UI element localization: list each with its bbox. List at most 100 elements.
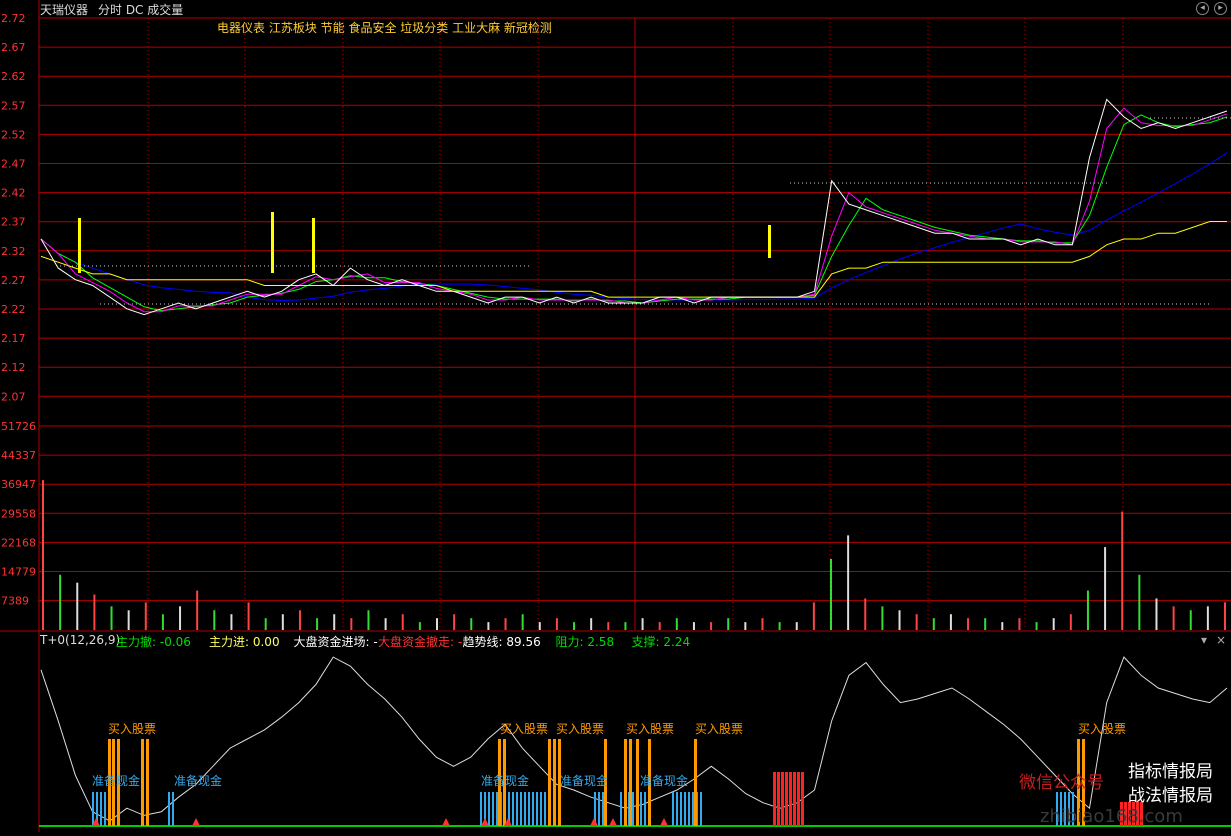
big-fund-bar bbox=[777, 772, 780, 826]
price-tick-label: 2.37 bbox=[1, 216, 26, 229]
buy-signal-bar bbox=[548, 739, 551, 826]
prepare-cash-bar bbox=[544, 792, 546, 826]
prepare-cash-bar bbox=[700, 792, 702, 826]
price-tick-label: 2.22 bbox=[1, 303, 26, 316]
buy-signal-bar bbox=[624, 739, 627, 826]
price-tick-label: 2.42 bbox=[1, 187, 26, 200]
indicator-item: 主力进: 0.00 bbox=[209, 635, 280, 649]
concept-list: 电器仪表 江苏板块 节能 食品安全 垃圾分类 工业大麻 新冠检测 bbox=[217, 21, 552, 35]
watermark-wechat: 微信公众号 bbox=[1019, 773, 1104, 793]
price-tick-label: 2.27 bbox=[1, 274, 26, 287]
prepare-cash-bar bbox=[620, 792, 622, 826]
left-arrow-icon[interactable]: ◂ bbox=[1196, 2, 1209, 15]
prepare-cash-bar bbox=[540, 792, 542, 826]
prepare-cash-bar bbox=[632, 792, 634, 826]
big-fund-bar bbox=[781, 772, 784, 826]
dropdown-icon[interactable]: ▾ bbox=[1201, 633, 1207, 647]
price-tick-label: 2.52 bbox=[1, 128, 26, 141]
up-arrow-icon bbox=[442, 818, 450, 826]
ma-blue-line bbox=[40, 152, 1228, 302]
big-fund-bar bbox=[793, 772, 796, 826]
buy-signal-bar bbox=[636, 739, 639, 826]
price-tick-label: 2.32 bbox=[1, 245, 26, 258]
prepare-cash-bar bbox=[104, 792, 106, 826]
prepare-cash-bar bbox=[528, 792, 530, 826]
prepare-cash-bar bbox=[100, 792, 102, 826]
up-arrow-icon bbox=[609, 818, 617, 826]
prepare-cash-bar bbox=[524, 792, 526, 826]
indicator-params[interactable]: T+0(12,26,9) bbox=[40, 633, 120, 647]
prepare-cash-bar bbox=[602, 792, 604, 826]
prepare-cash-bar bbox=[516, 792, 518, 826]
price-tick-label: 2.57 bbox=[1, 99, 26, 112]
prepare-cash-bar bbox=[496, 792, 498, 826]
buy-signal-bar bbox=[629, 739, 632, 826]
prepare-cash-label: 准备现金 bbox=[560, 773, 608, 788]
chart-svg: 2.72 2.67 2.62 2.57 2.52 2.47 2.42 2.37 2.32 2.27… bbox=[0, 0, 1231, 832]
chart-mode[interactable]: 分时 DC 成交量 bbox=[98, 1, 183, 18]
buy-signal-bar bbox=[146, 739, 149, 826]
prepare-cash-label: 准备现金 bbox=[640, 773, 688, 788]
up-arrow-icon bbox=[590, 818, 598, 826]
indicator-item: 阻力: 2.58 bbox=[555, 635, 615, 649]
prepare-cash-bar bbox=[520, 792, 522, 826]
prepare-cash-bar bbox=[480, 792, 482, 826]
buy-signal-label: 买入股票 bbox=[108, 722, 156, 736]
close-icon[interactable]: × bbox=[1216, 633, 1226, 647]
stock-name: 天瑞仪器 bbox=[40, 3, 89, 17]
prepare-cash-bar bbox=[492, 792, 494, 826]
avg-price-line bbox=[40, 221, 1227, 298]
volume-tick-label: 7389 bbox=[1, 595, 29, 608]
price-line bbox=[40, 98, 1228, 316]
prepare-cash-bar bbox=[692, 792, 694, 826]
prepare-cash-bar bbox=[172, 792, 174, 826]
indicator-item: 大盘资金撤走: - bbox=[378, 635, 463, 649]
big-fund-bar bbox=[797, 772, 800, 826]
ma-magenta-line bbox=[40, 107, 1228, 313]
buy-signal-bar bbox=[694, 739, 697, 826]
prepare-cash-bar bbox=[640, 792, 642, 826]
buy-signal-bar bbox=[141, 739, 144, 826]
prepare-cash-bar bbox=[684, 792, 686, 826]
prepare-cash-bar bbox=[536, 792, 538, 826]
big-fund-bar bbox=[785, 772, 788, 826]
buy-signal-bar bbox=[553, 739, 556, 826]
prepare-cash-bar bbox=[532, 792, 534, 826]
volume-tick-label: 14779 bbox=[1, 566, 36, 579]
buy-signal-label: 买入股票 bbox=[556, 722, 604, 736]
volume-tick-label: 36947 bbox=[1, 478, 36, 491]
ma-green-line bbox=[40, 114, 1228, 312]
buy-signal-label: 买入股票 bbox=[626, 722, 674, 736]
big-fund-bar bbox=[773, 772, 776, 826]
watermark-line2: 战法情报局 bbox=[1128, 786, 1213, 806]
price-marker-bar bbox=[78, 218, 81, 273]
prepare-cash-bar bbox=[644, 792, 646, 826]
right-arrow-icon[interactable]: ▸ bbox=[1214, 2, 1227, 15]
buy-signal-label: 买入股票 bbox=[500, 722, 548, 736]
price-tick-label: 2.07 bbox=[1, 390, 26, 403]
volume-tick-label: 44337 bbox=[1, 449, 36, 462]
indicator-item: 大盘资金进场: - bbox=[293, 635, 378, 649]
prepare-cash-bar bbox=[168, 792, 170, 826]
volume-tick-label: 51726 bbox=[1, 420, 36, 433]
volume-tick-label: 22168 bbox=[1, 536, 36, 549]
price-tick-label: 2.72 bbox=[1, 12, 26, 25]
big-fund-bar bbox=[789, 772, 792, 826]
price-tick-label: 2.47 bbox=[1, 158, 26, 171]
prepare-cash-bar bbox=[680, 792, 682, 826]
price-tick-label: 2.17 bbox=[1, 332, 26, 345]
prepare-cash-bar bbox=[92, 792, 94, 826]
prepare-cash-label: 准备现金 bbox=[92, 773, 140, 788]
watermark-site: zhibiao168.com bbox=[1040, 806, 1183, 827]
prepare-cash-bar bbox=[488, 792, 490, 826]
prepare-cash-bar bbox=[676, 792, 678, 826]
price-marker-bar bbox=[271, 212, 274, 273]
price-tick-label: 2.67 bbox=[1, 41, 26, 54]
prepare-cash-bar bbox=[512, 792, 514, 826]
volume-tick-label: 29558 bbox=[1, 507, 36, 520]
up-arrow-icon bbox=[660, 818, 668, 826]
up-arrow-icon bbox=[192, 818, 200, 826]
price-marker-bar bbox=[768, 225, 771, 258]
buy-signal-label: 买入股票 bbox=[695, 722, 743, 736]
up-arrow-icon bbox=[481, 818, 489, 826]
